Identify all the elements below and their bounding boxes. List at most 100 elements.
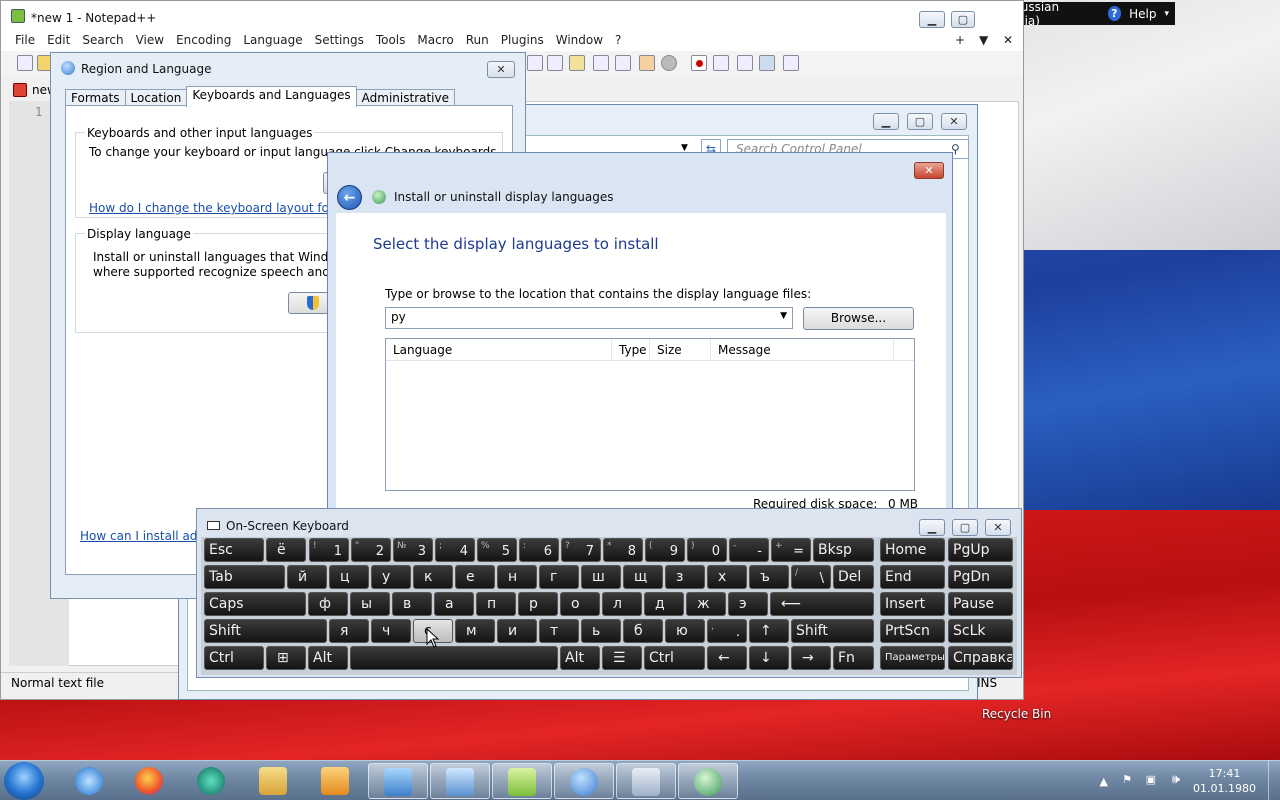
cp-maximize-button[interactable]: ▢ bbox=[907, 113, 933, 130]
key-5[interactable]: % 5 bbox=[477, 538, 517, 562]
show-desktop-button[interactable] bbox=[1268, 761, 1280, 801]
key-ctrl-right[interactable]: Ctrl bbox=[644, 646, 705, 670]
key-p[interactable]: п bbox=[476, 592, 516, 616]
key-options[interactable]: Параметры bbox=[880, 646, 945, 670]
maximize-button[interactable]: ▢ bbox=[951, 11, 975, 28]
add-tab-icon[interactable]: + bbox=[949, 31, 971, 49]
key-2[interactable]: " 2 bbox=[351, 538, 391, 562]
doc-map-icon[interactable] bbox=[593, 55, 609, 71]
key-equals[interactable]: + = bbox=[771, 538, 811, 562]
menu-edit[interactable]: Edit bbox=[41, 31, 76, 51]
key-b[interactable]: б bbox=[623, 619, 663, 643]
key-space[interactable] bbox=[350, 646, 558, 670]
column-message[interactable]: Message bbox=[711, 339, 894, 360]
key-pgup[interactable]: PgUp bbox=[948, 538, 1013, 562]
key-windows[interactable]: ⊞ bbox=[266, 646, 306, 670]
play-macro-icon[interactable] bbox=[737, 55, 753, 71]
menu-help[interactable]: ? bbox=[609, 31, 627, 51]
key-kh[interactable]: х bbox=[707, 565, 747, 589]
key-yo[interactable]: ё bbox=[266, 538, 306, 562]
save-macro-icon[interactable] bbox=[783, 55, 799, 71]
user-language-icon[interactable] bbox=[569, 55, 585, 71]
key-ye[interactable]: е bbox=[455, 565, 495, 589]
taskbar-media-player[interactable] bbox=[306, 763, 366, 799]
osk-maximize-button[interactable]: ▢ bbox=[952, 519, 978, 536]
taskbar-display-languages[interactable] bbox=[678, 763, 738, 799]
key-r[interactable]: р bbox=[518, 592, 558, 616]
key-m[interactable]: м bbox=[455, 619, 495, 643]
taskbar-region-language[interactable] bbox=[554, 763, 614, 799]
key-minus[interactable]: -- bbox=[729, 538, 769, 562]
key-t[interactable]: т bbox=[539, 619, 579, 643]
path-value[interactable]: ру bbox=[391, 310, 406, 324]
key-backspace[interactable]: Bksp bbox=[813, 538, 874, 562]
key-arrow-up[interactable]: ↑ bbox=[749, 619, 789, 643]
key-7[interactable]: ? 7 bbox=[561, 538, 601, 562]
menu-view[interactable]: View bbox=[130, 31, 170, 51]
menu-macro[interactable]: Macro bbox=[411, 31, 459, 51]
key-fn[interactable]: Fn bbox=[833, 646, 874, 670]
key-n[interactable]: н bbox=[497, 565, 537, 589]
key-arrow-down[interactable]: ↓ bbox=[749, 646, 789, 670]
key-del[interactable]: Del bbox=[833, 565, 874, 589]
key-menu[interactable]: ☰ bbox=[602, 646, 642, 670]
key-y[interactable]: ы bbox=[350, 592, 390, 616]
langbar-options-icon[interactable]: ▾ bbox=[1164, 9, 1169, 19]
key-prtscn[interactable]: PrtScn bbox=[880, 619, 945, 643]
key-shift-left[interactable]: Shift bbox=[204, 619, 327, 643]
menu-language[interactable]: Language bbox=[237, 31, 308, 51]
key-backslash[interactable]: / \ bbox=[791, 565, 831, 589]
start-button-icon[interactable] bbox=[4, 762, 44, 800]
monitoring-icon[interactable] bbox=[661, 55, 677, 71]
key-end[interactable]: End bbox=[880, 565, 945, 589]
key-8[interactable]: * 8 bbox=[603, 538, 643, 562]
key-tab[interactable]: Tab bbox=[204, 565, 285, 589]
wizard-close-button[interactable]: ✕ bbox=[914, 162, 944, 179]
key-z[interactable]: з bbox=[665, 565, 705, 589]
chevron-down-icon[interactable]: ▼ bbox=[780, 311, 787, 321]
install-additional-languages-link[interactable]: How can I install addi bbox=[80, 529, 208, 543]
indent-guide-icon[interactable] bbox=[547, 55, 563, 71]
key-alt-right[interactable]: Alt bbox=[560, 646, 600, 670]
folder-workspace-icon[interactable] bbox=[639, 55, 655, 71]
key-arrow-right[interactable]: → bbox=[791, 646, 831, 670]
key-shift-right[interactable]: Shift bbox=[791, 619, 874, 643]
key-f[interactable]: ф bbox=[308, 592, 348, 616]
tab-list-icon[interactable]: ▼ bbox=[973, 31, 994, 49]
key-k[interactable]: к bbox=[413, 565, 453, 589]
help-label[interactable]: Help bbox=[1129, 7, 1156, 21]
cp-minimize-button[interactable]: ▁ bbox=[873, 113, 899, 130]
network-icon[interactable]: ▣ bbox=[1146, 773, 1156, 786]
key-u[interactable]: у bbox=[371, 565, 411, 589]
key-9[interactable]: (9 bbox=[645, 538, 685, 562]
key-o[interactable]: о bbox=[560, 592, 600, 616]
key-shch[interactable]: щ bbox=[623, 565, 663, 589]
help-icon[interactable]: ? bbox=[1107, 6, 1122, 21]
key-e[interactable]: э bbox=[728, 592, 768, 616]
column-language[interactable]: Language bbox=[386, 339, 612, 360]
run-macro-multiple-icon[interactable] bbox=[759, 55, 775, 71]
key-sclk[interactable]: ScLk bbox=[948, 619, 1013, 643]
column-type[interactable]: Type bbox=[612, 339, 650, 360]
languages-listview[interactable]: Language Type Size Message bbox=[385, 338, 915, 491]
key-a[interactable]: а bbox=[434, 592, 474, 616]
key-l[interactable]: л bbox=[602, 592, 642, 616]
key-caps[interactable]: Caps bbox=[204, 592, 306, 616]
key-ya[interactable]: я bbox=[329, 619, 369, 643]
region-close-button[interactable]: ✕ bbox=[487, 61, 515, 78]
new-file-icon[interactable] bbox=[17, 55, 33, 71]
key-sh[interactable]: ш bbox=[581, 565, 621, 589]
key-v[interactable]: в bbox=[392, 592, 432, 616]
key-g[interactable]: г bbox=[539, 565, 579, 589]
menu-window[interactable]: Window bbox=[550, 31, 609, 51]
key-i[interactable]: и bbox=[497, 619, 537, 643]
taskbar-firefox[interactable] bbox=[120, 763, 180, 799]
osk-minimize-button[interactable]: ▁ bbox=[919, 519, 945, 536]
key-soft-sign[interactable]: ь bbox=[581, 619, 621, 643]
key-1[interactable]: ! 1 bbox=[309, 538, 349, 562]
key-pause[interactable]: Pause bbox=[948, 592, 1013, 616]
minimize-button[interactable]: ▁ bbox=[919, 11, 945, 28]
key-0[interactable]: ) 0 bbox=[687, 538, 727, 562]
menu-search[interactable]: Search bbox=[76, 31, 129, 51]
key-d[interactable]: д bbox=[644, 592, 684, 616]
